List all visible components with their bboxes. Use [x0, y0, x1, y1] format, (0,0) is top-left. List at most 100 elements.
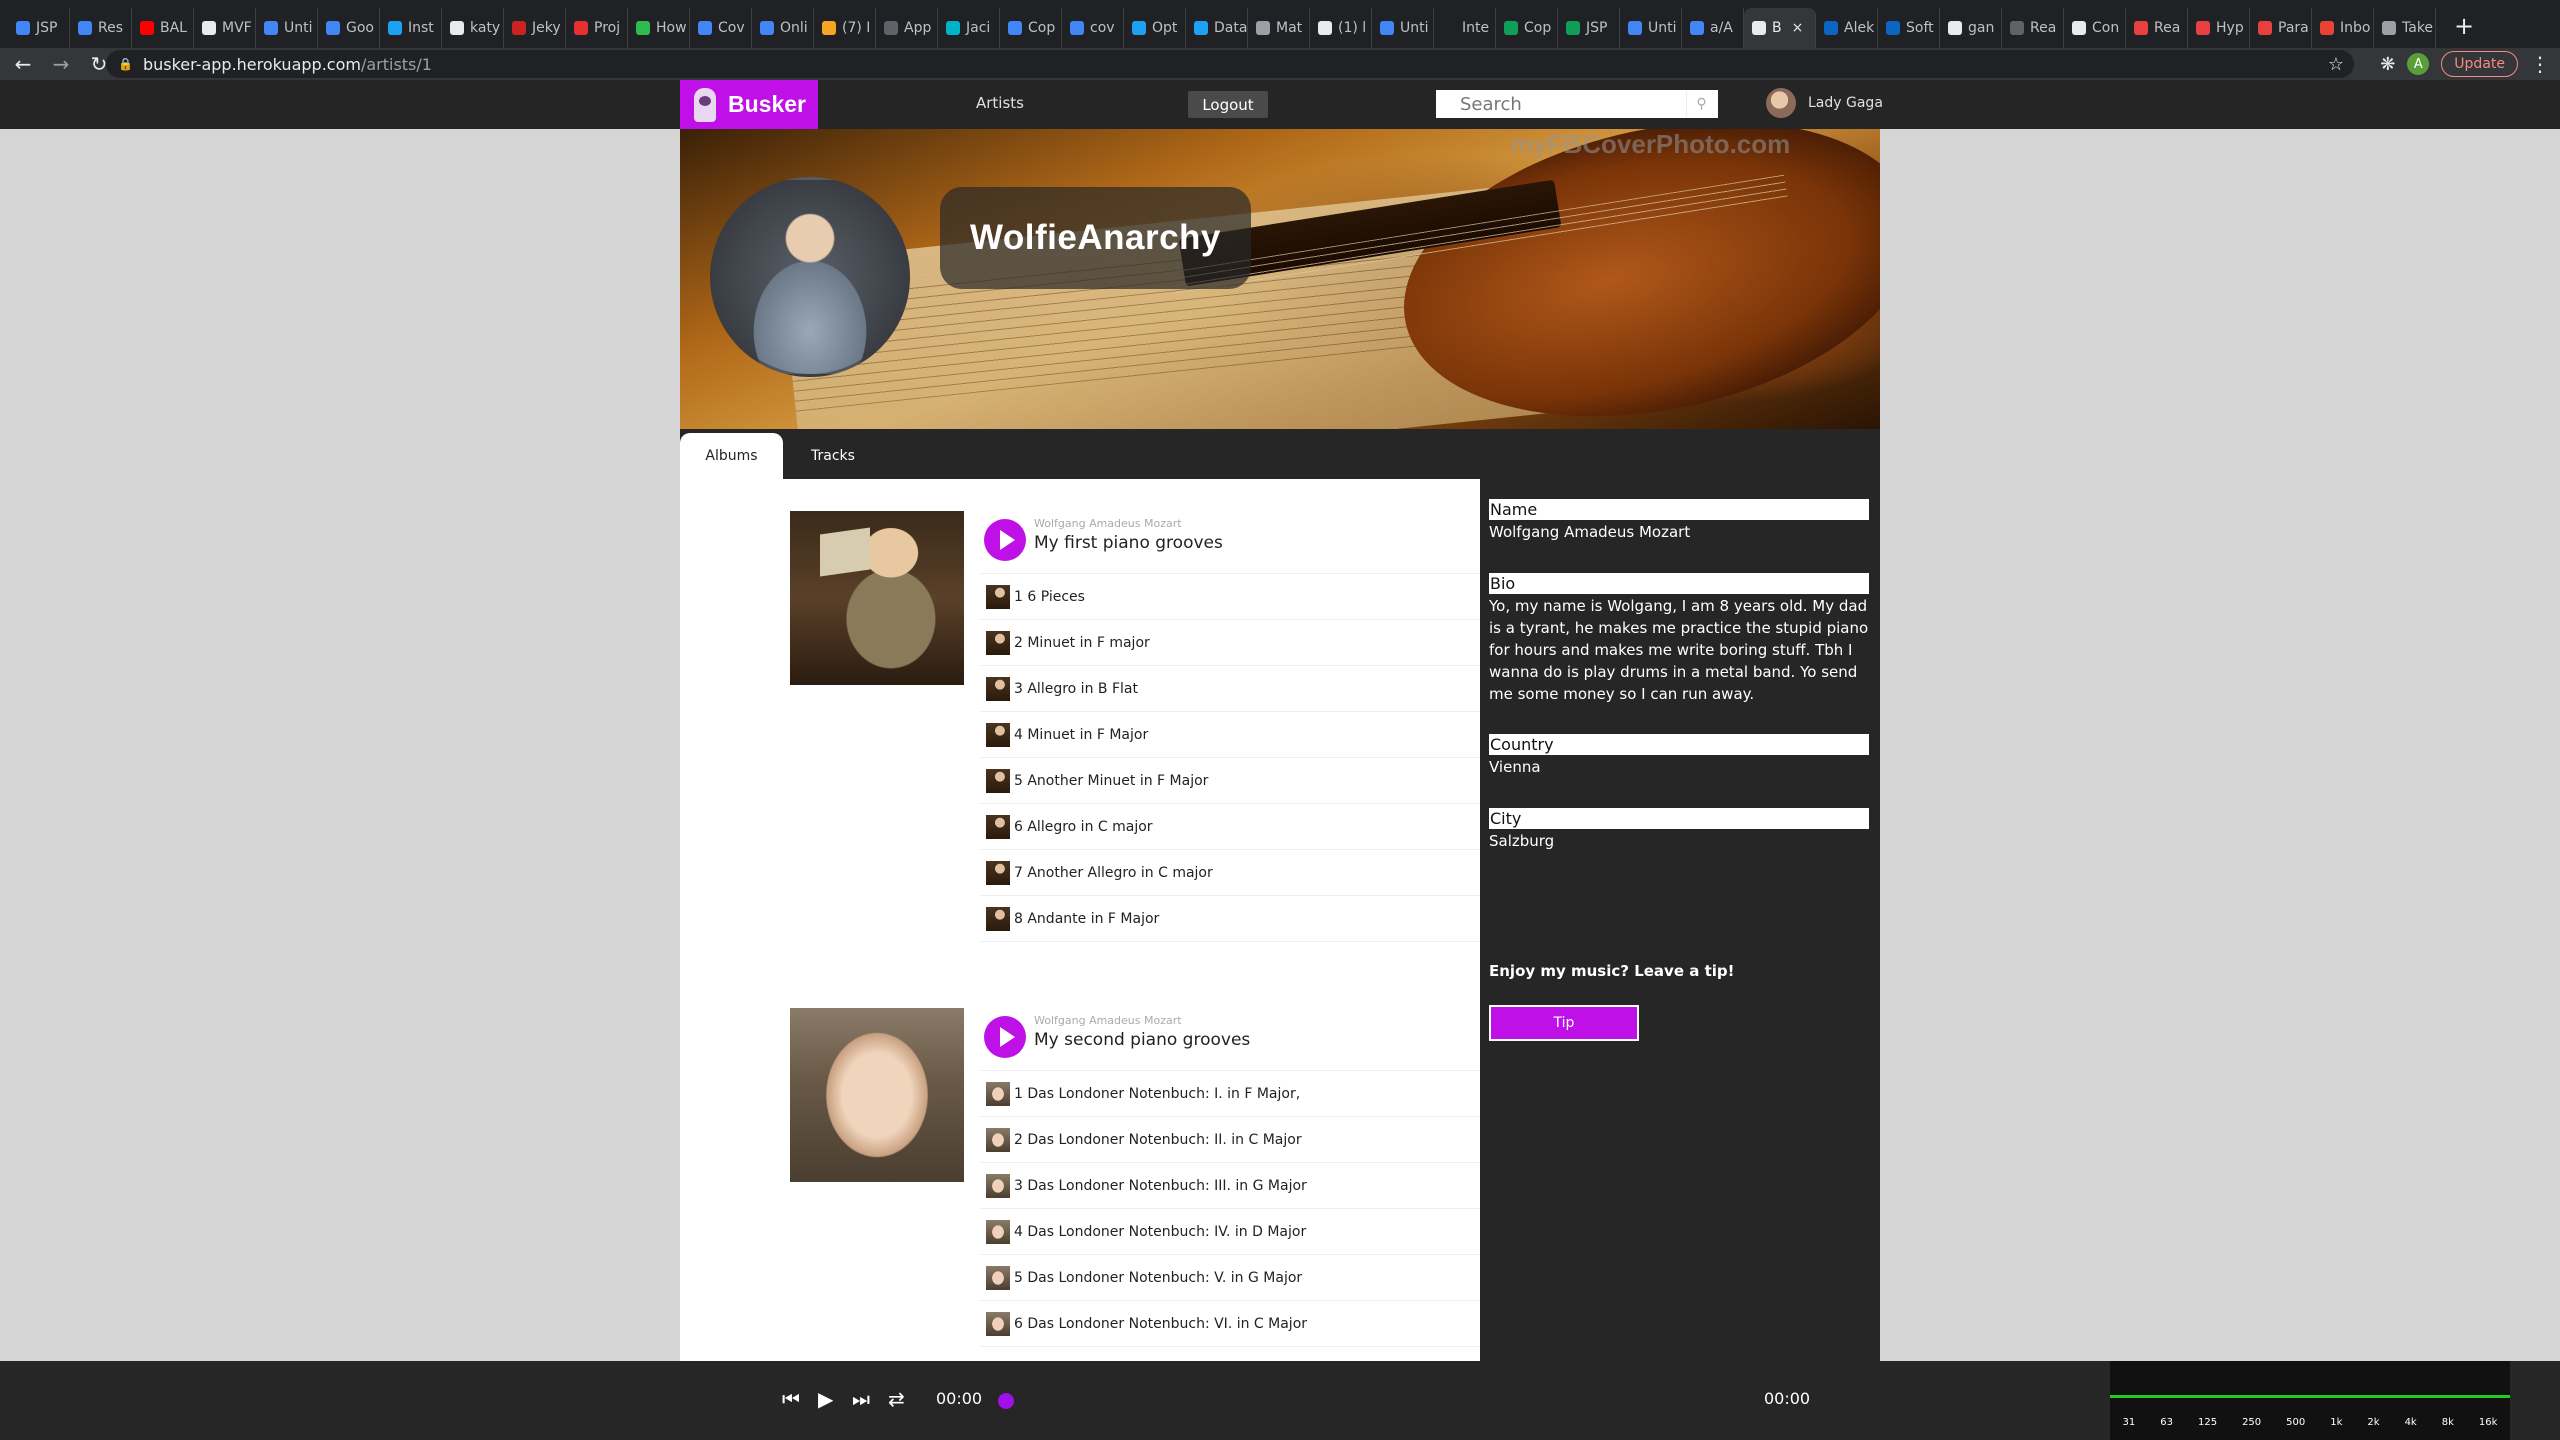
browser-tab[interactable]: cov: [1062, 8, 1124, 48]
city-value: Salzburg: [1489, 832, 1555, 850]
track-title: 6 Allegro in C major: [1014, 818, 1153, 835]
browser-tab[interactable]: Take: [2374, 8, 2436, 48]
track-title: 2 Minuet in F major: [1014, 634, 1150, 651]
track-row[interactable]: 7 Another Allegro in C major: [980, 850, 1480, 896]
browser-tab[interactable]: Cop: [1496, 8, 1558, 48]
profile-avatar[interactable]: A: [2407, 53, 2430, 75]
track-row[interactable]: 4 Minuet in F Major: [980, 712, 1480, 758]
play-icon[interactable]: ▶: [818, 1387, 833, 1411]
browser-tab[interactable]: Rea: [2002, 8, 2064, 48]
track-row[interactable]: 3 Das Londoner Notenbuch: III. in G Majo…: [980, 1163, 1480, 1209]
track-row[interactable]: 4 Das Londoner Notenbuch: IV. in D Major: [980, 1209, 1480, 1255]
logout-button[interactable]: Logout: [1188, 91, 1268, 118]
browser-tab[interactable]: Unti: [1620, 8, 1682, 48]
browser-tab[interactable]: App: [876, 8, 938, 48]
bookmark-star-icon[interactable]: ☆: [2328, 54, 2344, 75]
browser-tab[interactable]: Cov: [690, 8, 752, 48]
track-row[interactable]: 8 Andante in F Major: [980, 896, 1480, 942]
track-row[interactable]: 3 Allegro in B Flat: [980, 666, 1480, 712]
track-row[interactable]: 2 Minuet in F major: [980, 620, 1480, 666]
update-button[interactable]: Update: [2441, 51, 2518, 77]
new-tab-icon[interactable]: +: [2454, 12, 2474, 40]
browser-tab[interactable]: How: [628, 8, 690, 48]
browser-tab-label: JSP: [36, 20, 58, 36]
shuffle-icon[interactable]: ⇄: [888, 1387, 905, 1411]
tip-button[interactable]: Tip: [1489, 1005, 1639, 1041]
track-thumbnail: [986, 1265, 1010, 1290]
track-row[interactable]: 5 Another Minuet in F Major: [980, 758, 1480, 804]
browser-tab[interactable]: Data: [1186, 8, 1248, 48]
nav-artists-link[interactable]: Artists: [976, 94, 1024, 112]
browser-tab[interactable]: Opt: [1124, 8, 1186, 48]
browser-tab[interactable]: Para: [2250, 8, 2312, 48]
search-icon[interactable]: ⚲: [1686, 91, 1716, 117]
search-input[interactable]: [1436, 91, 1686, 117]
close-tab-icon[interactable]: ×: [1792, 20, 1804, 36]
browser-tab[interactable]: JSP: [1558, 8, 1620, 48]
track-row[interactable]: 1 6 Pieces: [980, 574, 1480, 620]
play-icon[interactable]: [984, 1016, 1026, 1058]
browser-tab[interactable]: Jeky: [504, 8, 566, 48]
track-title: 5 Another Minuet in F Major: [1014, 772, 1209, 789]
browser-tab[interactable]: Alek: [1816, 8, 1878, 48]
browser-tab[interactable]: (1) l: [1310, 8, 1372, 48]
browser-tab[interactable]: Con: [2064, 8, 2126, 48]
track-thumbnail: [986, 814, 1010, 839]
tab-tracks[interactable]: Tracks: [783, 433, 883, 479]
browser-tab-label: Jaci: [966, 20, 991, 36]
browser-tab[interactable]: B ×: [1744, 8, 1816, 48]
browser-tab[interactable]: Res: [70, 8, 132, 48]
address-bar[interactable]: 🔒 busker-app.herokuapp.com /artists/1 ☆: [106, 50, 2354, 78]
tab-favicon-icon: [326, 21, 340, 35]
track-row[interactable]: 2 Das Londoner Notenbuch: II. in C Major: [980, 1117, 1480, 1163]
progress-handle[interactable]: [998, 1393, 1014, 1409]
app-navbar: Busker Artists Logout ⚲ Lady Gaga: [0, 80, 2560, 129]
tab-albums[interactable]: Albums: [680, 433, 783, 479]
city-label: City: [1489, 808, 1869, 829]
browser-tab[interactable]: MVF: [194, 8, 256, 48]
browser-tab[interactable]: Inte: [1434, 8, 1496, 48]
browser-tab[interactable]: Unti: [1372, 8, 1434, 48]
browser-tab-label: Cop: [1524, 20, 1552, 36]
country-value: Vienna: [1489, 758, 1541, 776]
track-row[interactable]: 1 Das Londoner Notenbuch: I. in F Major,: [980, 1071, 1480, 1117]
tab-favicon-icon: [2010, 21, 2024, 35]
back-icon[interactable]: ←: [8, 52, 38, 76]
brand-home-link[interactable]: Busker: [680, 80, 818, 129]
browser-tab-label: Data: [1214, 20, 1248, 36]
track-row[interactable]: 6 Das Londoner Notenbuch: VI. in C Major: [980, 1301, 1480, 1347]
tab-favicon-icon: [388, 21, 402, 35]
browser-tab[interactable]: Rea: [2126, 8, 2188, 48]
user-avatar: [1766, 88, 1796, 118]
browser-tab[interactable]: Unti: [256, 8, 318, 48]
browser-tab[interactable]: Goo: [318, 8, 380, 48]
forward-icon[interactable]: →: [46, 52, 76, 76]
browser-tab[interactable]: Hyp: [2188, 8, 2250, 48]
user-menu[interactable]: Lady Gaga: [1766, 88, 1883, 118]
next-track-icon[interactable]: ⏭: [852, 1387, 870, 1411]
browser-tab[interactable]: JSP: [8, 8, 70, 48]
track-row[interactable]: 5 Das Londoner Notenbuch: V. in G Major: [980, 1255, 1480, 1301]
browser-tab[interactable]: (7) I: [814, 8, 876, 48]
browser-tab[interactable]: BAL: [132, 8, 194, 48]
browser-tab[interactable]: Jaci: [938, 8, 1000, 48]
browser-tab[interactable]: gan: [1940, 8, 2002, 48]
browser-tab[interactable]: Soft: [1878, 8, 1940, 48]
browser-tab[interactable]: Inbo: [2312, 8, 2374, 48]
extensions-puzzle-icon[interactable]: ❋: [2380, 54, 2395, 75]
play-icon[interactable]: [984, 519, 1026, 561]
browser-menu-icon[interactable]: ⋮: [2530, 52, 2550, 76]
browser-tab[interactable]: a/A: [1682, 8, 1744, 48]
track-thumbnail: [986, 1127, 1010, 1152]
browser-tab[interactable]: Inst: [380, 8, 442, 48]
browser-tab[interactable]: katy: [442, 8, 504, 48]
browser-tab[interactable]: Proj: [566, 8, 628, 48]
track-row[interactable]: 6 Allegro in C major: [980, 804, 1480, 850]
browser-tab[interactable]: Mat: [1248, 8, 1310, 48]
album-cover-image: [790, 511, 964, 685]
previous-track-icon[interactable]: ⏮: [782, 1387, 800, 1411]
tab-favicon-icon: [2072, 21, 2086, 35]
browser-tab[interactable]: Onli: [752, 8, 814, 48]
name-value: Wolfgang Amadeus Mozart: [1489, 523, 1691, 541]
browser-tab[interactable]: Cop: [1000, 8, 1062, 48]
